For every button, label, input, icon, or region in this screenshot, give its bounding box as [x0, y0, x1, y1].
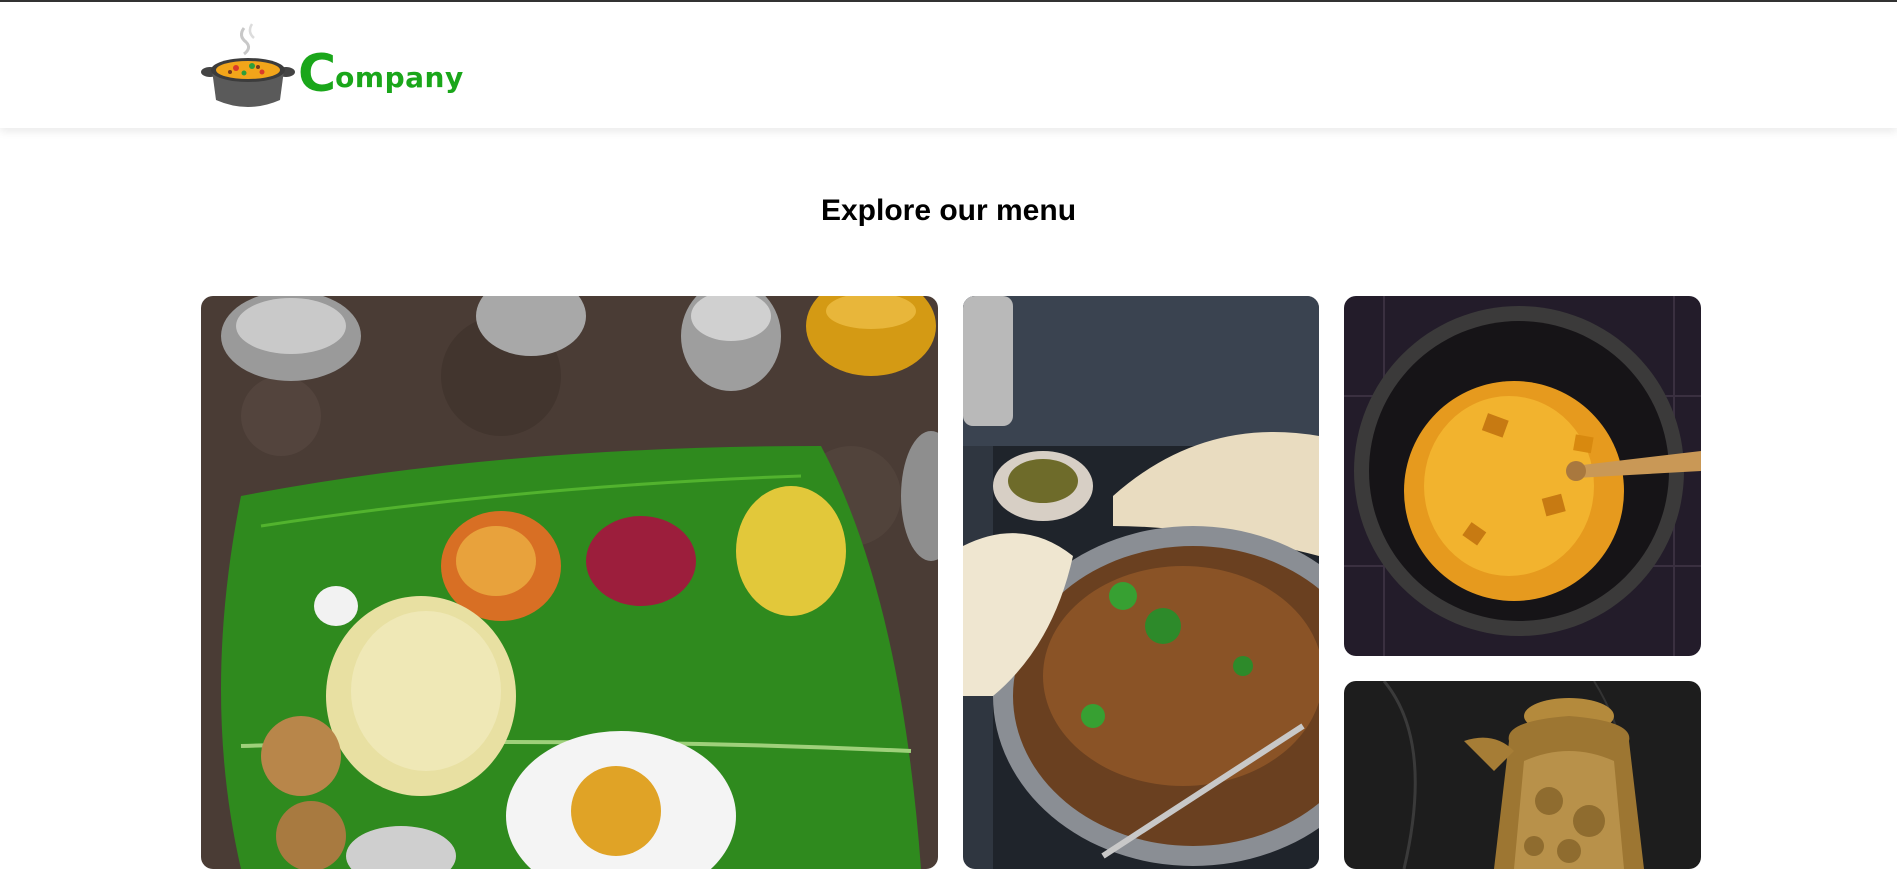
menu-tile-keema[interactable]: [963, 296, 1319, 869]
menu-tile-brass-jug[interactable]: [1344, 681, 1701, 869]
menu-heading: Explore our menu: [820, 194, 1077, 227]
site-header: Company: [0, 2, 1897, 128]
logo-link[interactable]: Company: [200, 22, 464, 108]
cooking-pot-logo-icon: [201, 23, 295, 107]
pumpkin-stir-fry-pot-image: [1344, 296, 1701, 656]
thali-banana-leaf-image: [201, 296, 938, 869]
logo-wordmark: Company: [298, 44, 464, 104]
menu-tile-thali[interactable]: [201, 296, 938, 869]
menu-tile-pumpkin[interactable]: [1344, 296, 1701, 656]
brass-jug-image: [1344, 681, 1701, 869]
keema-pan-naan-image: [963, 296, 1319, 869]
